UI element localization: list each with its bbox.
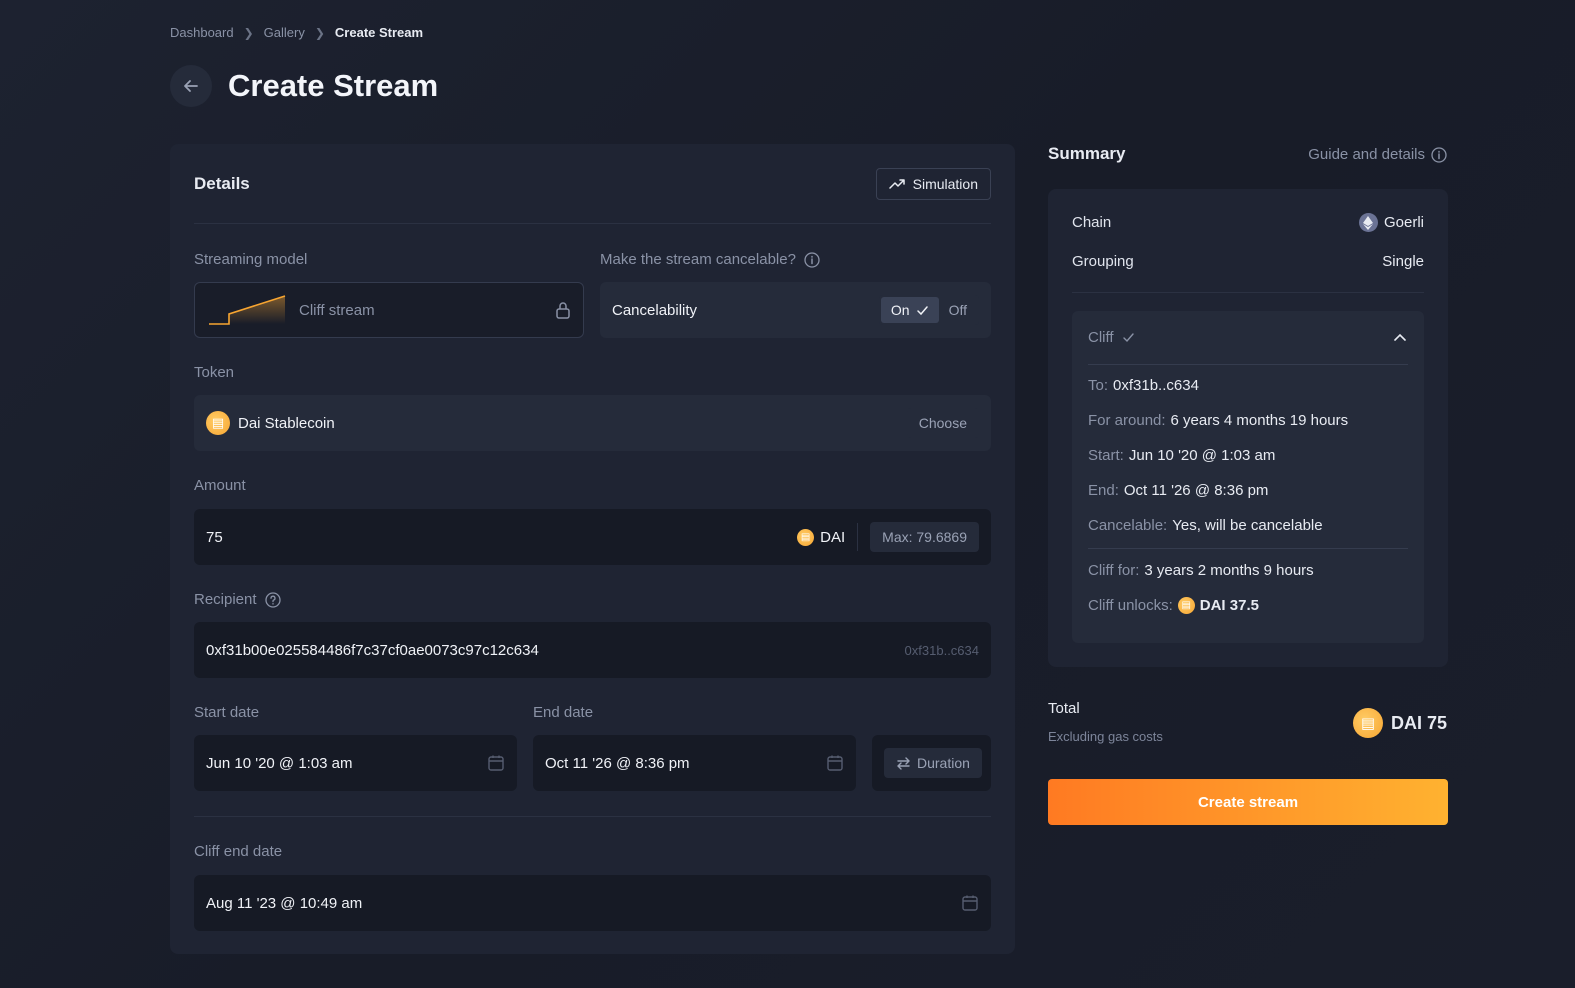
- recipient-label: Recipient: [194, 591, 281, 608]
- dai-icon: ▤: [1352, 708, 1383, 738]
- divider: [1072, 292, 1424, 293]
- arrow-left-icon: [184, 80, 198, 92]
- dai-icon: ▤: [797, 528, 815, 546]
- details-card: Details Simulation Streaming model Cliff…: [170, 144, 1015, 954]
- cancelability-field: Cancelability On Off: [600, 282, 991, 338]
- chain-value: Goerli: [1383, 214, 1424, 231]
- token-field[interactable]: ▤ Dai Stablecoin Choose: [194, 395, 991, 451]
- cliff-title: Cliff: [1088, 329, 1114, 346]
- trending-up-icon: [888, 179, 905, 189]
- summary-end: End: Oct 11 '26 @ 8:36 pm: [1088, 482, 1269, 499]
- check-icon: [1122, 333, 1134, 343]
- dai-icon: ▤: [1177, 597, 1195, 614]
- recipient-short: 0xf31b..c634: [904, 642, 979, 658]
- chevron-right-icon: ❯: [243, 25, 254, 40]
- cancelability-toggle[interactable]: On Off: [878, 295, 979, 325]
- info-icon[interactable]: [804, 251, 820, 268]
- guide-link[interactable]: Guide and details: [1308, 146, 1447, 163]
- calendar-icon: [962, 895, 978, 911]
- summary-cliff-for: Cliff for: 3 years 2 months 9 hours: [1088, 562, 1314, 579]
- summary-title: Summary: [1048, 144, 1126, 163]
- total-value: ▤ DAI 75: [1352, 708, 1447, 738]
- divider: [1088, 548, 1408, 549]
- grouping-value: Single: [1382, 253, 1424, 270]
- breadcrumb-current: Create Stream: [334, 25, 424, 40]
- amount-token: DAI: [820, 528, 846, 546]
- token-value: Dai Stablecoin: [238, 414, 335, 432]
- toggle-off[interactable]: Off: [939, 297, 977, 323]
- cancelable-label: Make the stream cancelable?: [600, 251, 820, 268]
- recipient-value: 0xf31b00e025584486f7c37cf0ae0073c97c12c6…: [206, 641, 539, 659]
- summary-start: Start: Jun 10 '20 @ 1:03 am: [1088, 447, 1276, 464]
- cancelability-label: Cancelability: [612, 301, 698, 319]
- start-date-value: Jun 10 '20 @ 1:03 am: [206, 754, 353, 772]
- end-date-label: End date: [533, 704, 594, 721]
- streaming-model-label: Streaming model: [194, 251, 308, 268]
- streaming-model-select[interactable]: Cliff stream: [194, 282, 584, 338]
- summary-to: To: 0xf31b..c634: [1088, 377, 1199, 394]
- duration-button[interactable]: Duration: [884, 748, 982, 778]
- simulation-button[interactable]: Simulation: [875, 168, 991, 200]
- cliff-stream-chart-icon: [209, 295, 286, 325]
- start-date-input[interactable]: Jun 10 '20 @ 1:03 am: [194, 735, 517, 791]
- summary-card: Chain Goerli Grouping Single Cliff To: 0x…: [1048, 189, 1448, 667]
- streaming-model-value: Cliff stream: [299, 301, 375, 319]
- total-label: Total: [1048, 700, 1080, 717]
- choose-token-button[interactable]: Choose: [906, 408, 979, 438]
- help-icon[interactable]: [264, 591, 281, 608]
- cliff-panel-header[interactable]: Cliff: [1088, 311, 1408, 365]
- token-label: Token: [194, 364, 235, 381]
- check-icon: [916, 305, 928, 315]
- create-stream-button[interactable]: Create stream: [1048, 779, 1448, 825]
- start-date-label: Start date: [194, 704, 260, 721]
- details-title: Details: [194, 174, 250, 193]
- summary-grouping-row: Grouping Single: [1072, 253, 1424, 270]
- chevron-up-icon[interactable]: [1392, 330, 1408, 346]
- dai-icon: ▤: [206, 411, 230, 435]
- recipient-input[interactable]: 0xf31b00e025584486f7c37cf0ae0073c97c12c6…: [194, 622, 991, 678]
- info-icon: [1431, 146, 1447, 163]
- toggle-on[interactable]: On: [880, 297, 939, 323]
- page-title: Create Stream: [228, 68, 439, 103]
- breadcrumb-dashboard[interactable]: Dashboard: [170, 25, 234, 40]
- cliff-end-label: Cliff end date: [194, 843, 283, 860]
- amount-input[interactable]: 75 ▤ DAI Max: 79.6869: [194, 509, 991, 565]
- cliff-panel: Cliff To: 0xf31b..c634 For around: 6 years…: [1072, 311, 1424, 643]
- end-date-input[interactable]: Oct 11 '26 @ 8:36 pm: [533, 735, 856, 791]
- ethereum-icon: [1358, 213, 1378, 232]
- breadcrumb: Dashboard ❯ Gallery ❯ Create Stream: [170, 25, 423, 40]
- cliff-end-value: Aug 11 '23 @ 10:49 am: [206, 894, 363, 912]
- amount-value: 75: [206, 528, 223, 546]
- max-button[interactable]: Max: 79.6869: [870, 522, 979, 552]
- cliff-end-input[interactable]: Aug 11 '23 @ 10:49 am: [194, 875, 991, 931]
- chevron-right-icon: ❯: [314, 25, 325, 40]
- simulation-label: Simulation: [912, 176, 978, 192]
- summary-chain-row: Chain Goerli: [1072, 213, 1424, 232]
- breadcrumb-gallery[interactable]: Gallery: [264, 25, 305, 40]
- divider: [194, 816, 991, 817]
- swap-icon: [897, 756, 910, 770]
- summary-cancelable: Cancelable: Yes, will be cancelable: [1088, 517, 1323, 534]
- end-date-value: Oct 11 '26 @ 8:36 pm: [545, 754, 690, 772]
- summary-duration: For around: 6 years 4 months 19 hours: [1088, 412, 1349, 429]
- lock-icon: [556, 302, 570, 319]
- amount-label: Amount: [194, 477, 246, 494]
- back-button[interactable]: [170, 65, 212, 107]
- summary-cliff-unlocks: Cliff unlocks: ▤ DAI 37.5: [1088, 597, 1259, 614]
- calendar-icon: [827, 755, 843, 771]
- calendar-icon: [488, 755, 504, 771]
- total-subtitle: Excluding gas costs: [1048, 729, 1163, 744]
- duration-field: Duration: [872, 735, 991, 791]
